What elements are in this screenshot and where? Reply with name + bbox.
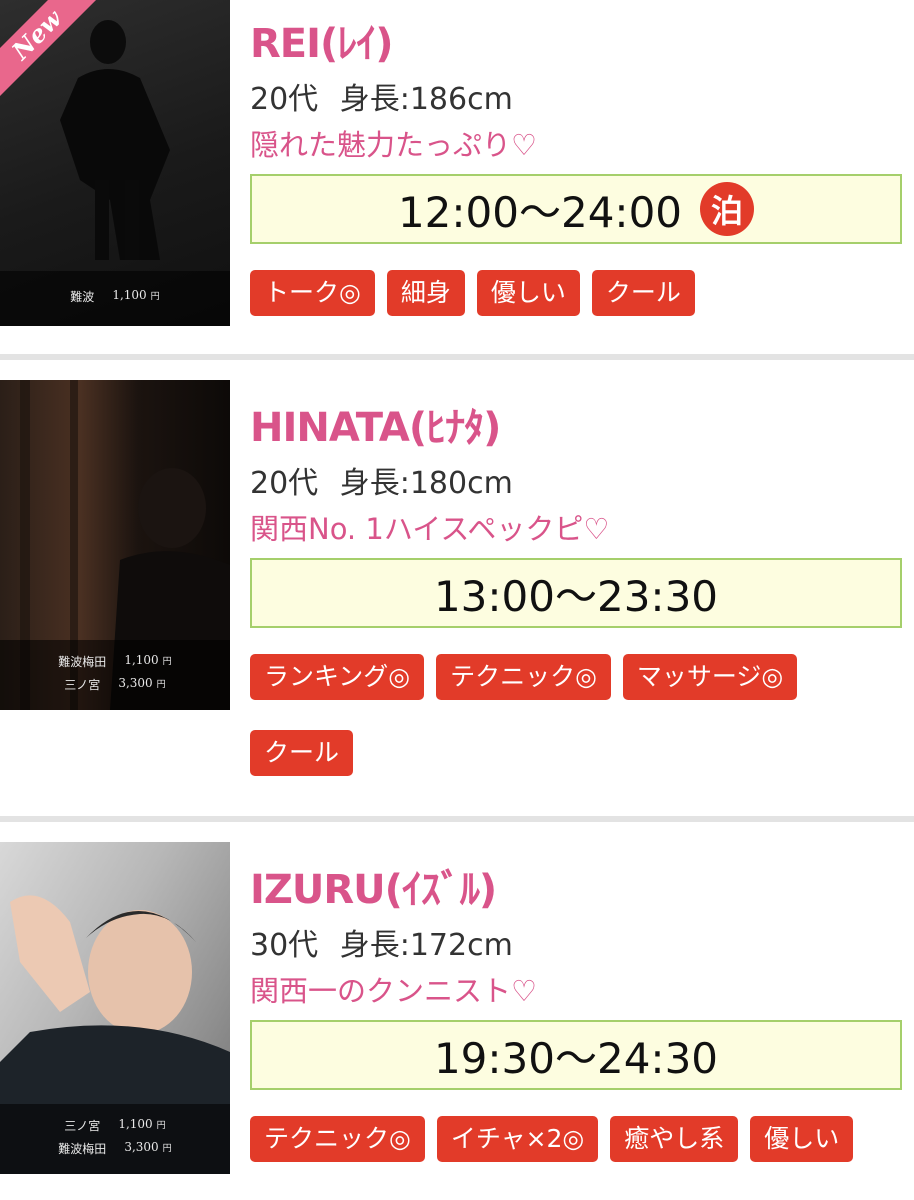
- cast-age: 20代: [250, 466, 319, 501]
- cast-profile: 20代 身長:180cm: [250, 464, 906, 504]
- cast-info: REI(ﾚｲ) 20代 身長:186cm 隠れた魅力たっぷり♡ 12:00〜24…: [250, 20, 906, 316]
- tag[interactable]: 優しい: [750, 1116, 854, 1162]
- cast-info: IZURU(ｲｽﾞﾙ) 30代 身長:172cm 関西一のクンニスト♡ 19:3…: [250, 866, 906, 1162]
- schedule-hours: 12:00〜24:00: [397, 187, 683, 237]
- schedule-box: 13:00〜23:30: [250, 558, 902, 628]
- cast-height: 身長:180cm: [339, 466, 513, 501]
- tag-list: ランキング◎ テクニック◎ マッサージ◎ クール: [250, 654, 910, 776]
- cast-card-izuru[interactable]: 三ノ宮 1,100 円 難波梅田 3,300 円 IZURU(ｲｽﾞﾙ) 30代 身…: [0, 842, 914, 1200]
- price-unit: 円: [162, 1144, 172, 1154]
- price-row: 難波梅田 1,100 円: [0, 650, 230, 673]
- price-row: 難波 1,100 円: [0, 285, 230, 308]
- cast-height: 身長:186cm: [339, 82, 513, 117]
- price-area: 三ノ宮: [64, 678, 101, 692]
- price-row: 三ノ宮 1,100 円: [0, 1114, 230, 1137]
- tag[interactable]: トーク◎: [250, 270, 375, 316]
- price-unit: 円: [156, 680, 166, 690]
- schedule-hours: 19:30〜24:30: [433, 1033, 719, 1083]
- price-value: 3,300: [118, 676, 153, 690]
- price-band: 難波 1,100 円: [0, 271, 230, 326]
- price-area: 三ノ宮: [64, 1119, 101, 1133]
- cast-card-hinata[interactable]: 難波梅田 1,100 円 三ノ宮 3,300 円 HINATA(ﾋﾅﾀ) 20代 身…: [0, 380, 914, 816]
- tag[interactable]: マッサージ◎: [622, 654, 798, 700]
- price-row: 三ノ宮 3,300 円: [0, 673, 230, 696]
- cast-profile: 20代 身長:186cm: [250, 80, 906, 120]
- cast-card-rei[interactable]: New 難波 1,100 円 REI(ﾚｲ) 20代 身長:186cm 隠れた魅力…: [0, 0, 914, 354]
- cast-info: HINATA(ﾋﾅﾀ) 20代 身長:180cm 関西No. 1ハイスペックピ♡…: [250, 404, 906, 776]
- cast-photo[interactable]: 三ノ宮 1,100 円 難波梅田 3,300 円: [0, 842, 230, 1174]
- tag[interactable]: テクニック◎: [250, 1116, 425, 1162]
- cast-height: 身長:172cm: [339, 928, 513, 963]
- price-row: 難波梅田 3,300 円: [0, 1137, 230, 1160]
- cast-name[interactable]: IZURU(ｲｽﾞﾙ): [250, 866, 906, 914]
- cast-age: 30代: [250, 928, 319, 963]
- price-value: 1,100: [112, 288, 147, 302]
- price-unit: 円: [156, 1121, 166, 1131]
- tag[interactable]: イチャ×2◎: [436, 1116, 599, 1162]
- price-unit: 円: [150, 292, 160, 302]
- overnight-badge: 泊: [700, 182, 755, 236]
- cast-catchphrase: 隠れた魅力たっぷり♡: [250, 128, 537, 162]
- cast-photo[interactable]: New 難波 1,100 円: [0, 0, 230, 326]
- tag[interactable]: クール: [250, 730, 354, 776]
- price-value: 1,100: [124, 653, 159, 667]
- cast-profile: 30代 身長:172cm: [250, 926, 906, 966]
- price-value: 1,100: [118, 1117, 153, 1131]
- price-area: 難波梅田: [58, 655, 107, 669]
- cast-catchphrase: 関西No. 1ハイスペックピ♡: [250, 512, 610, 546]
- price-value: 3,300: [124, 1140, 159, 1154]
- cast-photo[interactable]: 難波梅田 1,100 円 三ノ宮 3,300 円: [0, 380, 230, 710]
- price-band: 難波梅田 1,100 円 三ノ宮 3,300 円: [0, 640, 230, 710]
- tag[interactable]: 癒やし系: [610, 1116, 739, 1162]
- tag[interactable]: テクニック◎: [436, 654, 611, 700]
- tag[interactable]: ランキング◎: [250, 654, 425, 700]
- tag-list: トーク◎ 細身 優しい クール: [250, 270, 910, 316]
- tag[interactable]: クール: [591, 270, 695, 316]
- price-area: 難波: [70, 290, 95, 304]
- schedule-box: 19:30〜24:30: [250, 1020, 902, 1090]
- cast-name[interactable]: HINATA(ﾋﾅﾀ): [250, 404, 906, 452]
- card-divider: [0, 354, 914, 360]
- price-area: 難波梅田: [58, 1142, 107, 1156]
- price-unit: 円: [162, 657, 172, 667]
- card-divider: [0, 816, 914, 822]
- cast-age: 20代: [250, 82, 319, 117]
- tag-list: テクニック◎ イチャ×2◎ 癒やし系 優しい: [250, 1116, 910, 1162]
- tag[interactable]: 細身: [386, 270, 465, 316]
- tag[interactable]: 優しい: [476, 270, 580, 316]
- schedule-hours: 13:00〜23:30: [433, 571, 719, 621]
- schedule-box: 12:00〜24:00 泊: [250, 174, 902, 244]
- price-band: 三ノ宮 1,100 円 難波梅田 3,300 円: [0, 1104, 230, 1174]
- cast-name[interactable]: REI(ﾚｲ): [250, 20, 906, 68]
- cast-catchphrase: 関西一のクンニスト♡: [250, 974, 537, 1008]
